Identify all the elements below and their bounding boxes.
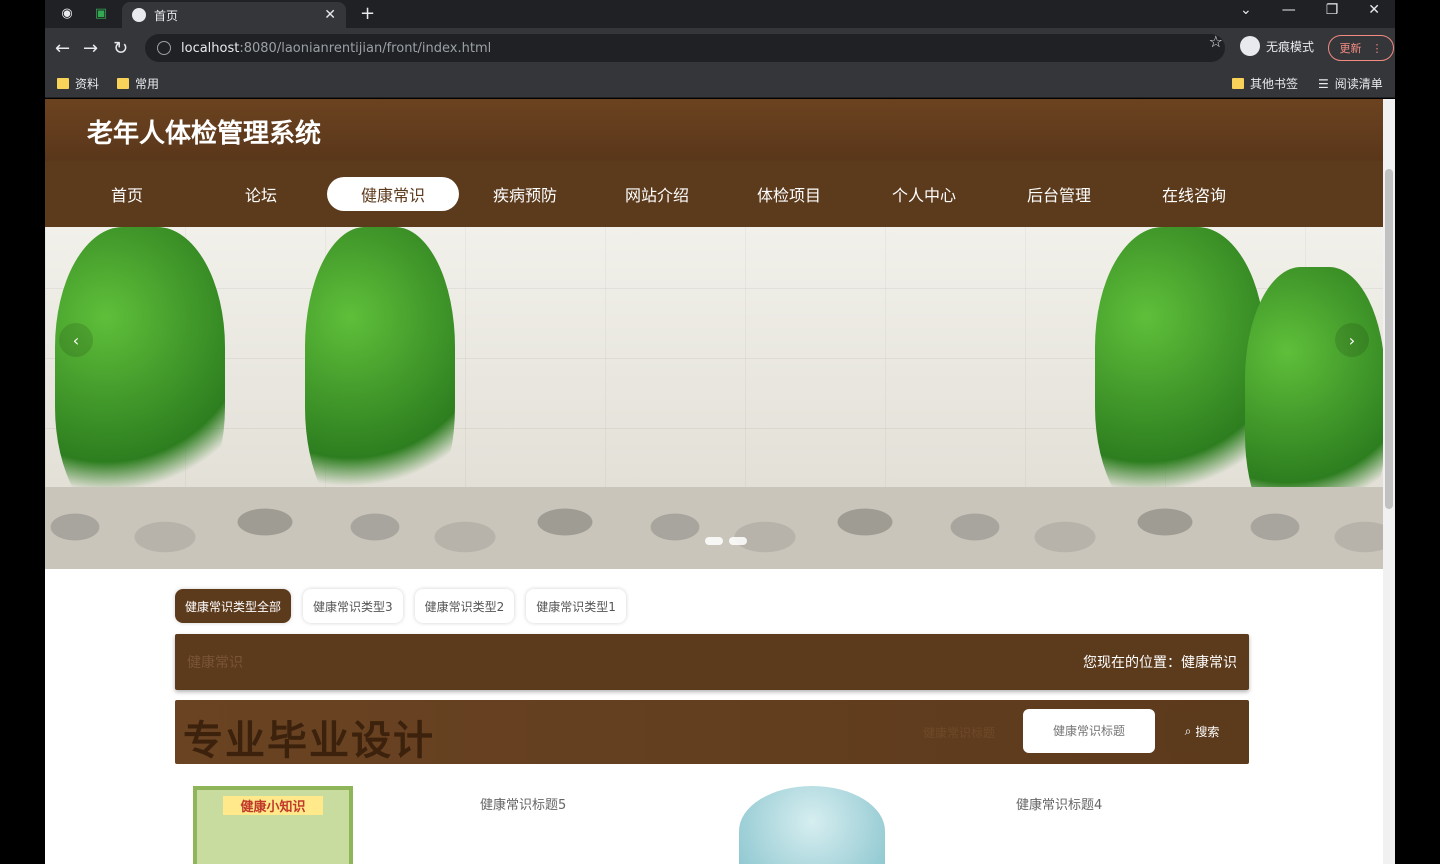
- bookmark-folder[interactable]: 资料: [57, 75, 99, 92]
- tab-search-icon[interactable]: ⌄: [1240, 2, 1252, 18]
- carousel-dot[interactable]: [705, 537, 723, 545]
- location-bar: 健康常识 您现在的位置：健康常识: [175, 634, 1249, 690]
- site-header: 老年人体检管理系统: [45, 99, 1383, 161]
- nav-item-disease-prevention[interactable]: 疾病预防: [459, 177, 591, 211]
- carousel-dots: [705, 537, 747, 545]
- section-label: 健康常识: [187, 655, 243, 671]
- bookmark-label: 阅读清单: [1334, 77, 1383, 91]
- nav-item-checkup-items[interactable]: 体检项目: [723, 177, 855, 211]
- url-field[interactable]: localhost :8080/laonianrentijian/front/i…: [145, 34, 1225, 62]
- category-filters: 健康常识类型全部 健康常识类型3 健康常识类型2 健康常识类型1: [175, 589, 626, 623]
- window-controls: ⌄ — ❐ ✕: [1240, 2, 1380, 18]
- search-label: 健康常识标题: [923, 726, 996, 740]
- tab-title: 首页: [154, 8, 179, 23]
- nav-item-personal-center[interactable]: 个人中心: [858, 177, 990, 211]
- address-toolbar: ← → ↻ localhost :8080/laonianrentijian/f…: [45, 28, 1395, 68]
- incognito-label: 无痕模式: [1266, 39, 1315, 54]
- nav-item-health-knowledge[interactable]: 健康常识: [327, 177, 459, 211]
- incognito-indicator[interactable]: 无痕模式: [1240, 36, 1314, 56]
- filter-type-3[interactable]: 健康常识类型3: [303, 589, 403, 623]
- search-icon: ⌕: [1184, 723, 1192, 738]
- active-browser-tab[interactable]: 首页 ✕: [122, 2, 346, 28]
- reload-icon[interactable]: ↻: [113, 38, 128, 59]
- nav-item-forum[interactable]: 论坛: [195, 177, 327, 211]
- update-button[interactable]: 更新 ⋮: [1328, 35, 1394, 61]
- ivy-decoration: [305, 227, 455, 527]
- ivy-decoration: [55, 227, 225, 527]
- minimize-icon[interactable]: —: [1282, 2, 1296, 18]
- site-info-icon[interactable]: [157, 41, 171, 55]
- back-icon[interactable]: ←: [55, 38, 70, 59]
- card-title[interactable]: 健康常识标题4: [1016, 794, 1102, 813]
- carousel-banner: ‹ ›: [45, 227, 1383, 569]
- close-tab-icon[interactable]: ✕: [324, 7, 336, 23]
- card-title[interactable]: 健康常识标题5: [480, 794, 566, 813]
- bookmark-label: 资料: [75, 77, 100, 91]
- nav-item-site-intro[interactable]: 网站介绍: [591, 177, 723, 211]
- card-image-caption: 健康小知识: [223, 796, 323, 815]
- search-input[interactable]: [1023, 709, 1155, 753]
- app-tab-icon[interactable]: ▣: [92, 4, 110, 22]
- nav-item-consult[interactable]: 在线咨询: [1128, 177, 1260, 211]
- reading-list[interactable]: ☰ 阅读清单: [1318, 75, 1383, 92]
- scrollbar-thumb[interactable]: [1385, 169, 1393, 509]
- page-scrollbar[interactable]: [1383, 99, 1395, 864]
- bookmark-label: 其他书签: [1250, 77, 1299, 91]
- url-host: localhost: [181, 40, 240, 56]
- main-nav: 首页 论坛 健康常识 疾病预防 网站介绍 体检项目 个人中心 后台管理 在线咨询: [45, 161, 1383, 227]
- carousel-prev-icon[interactable]: ‹: [59, 323, 93, 357]
- nav-item-home[interactable]: 首页: [61, 177, 193, 211]
- new-tab-icon[interactable]: +: [360, 3, 375, 24]
- filter-type-1[interactable]: 健康常识类型1: [526, 589, 626, 623]
- ivy-decoration: [1095, 227, 1265, 527]
- page-viewport: 老年人体检管理系统 首页 论坛 健康常识 疾病预防 网站介绍 体检项目 个人中心…: [45, 99, 1383, 864]
- filter-type-2[interactable]: 健康常识类型2: [414, 589, 515, 623]
- restore-icon[interactable]: ❐: [1326, 2, 1339, 18]
- carousel-next-icon[interactable]: ›: [1335, 323, 1369, 357]
- carousel-dot[interactable]: [729, 537, 747, 545]
- incognito-icon: [1240, 36, 1260, 56]
- folder-icon: [57, 78, 69, 89]
- breadcrumb: 您现在的位置：健康常识: [1083, 655, 1237, 671]
- watermark-text: 专业毕业设计: [183, 718, 435, 764]
- other-bookmarks[interactable]: 其他书签: [1232, 75, 1298, 92]
- search-button[interactable]: ⌕ 搜索: [1165, 711, 1239, 751]
- reading-list-icon: ☰: [1318, 76, 1329, 91]
- folder-icon: [1232, 78, 1244, 89]
- nav-item-admin[interactable]: 后台管理: [993, 177, 1125, 211]
- url-path: :8080/laonianrentijian/front/index.html: [239, 40, 492, 56]
- bookmarks-bar: 资料 常用 其他书签 ☰ 阅读清单: [45, 68, 1395, 98]
- search-bar: 专业毕业设计 健康常识标题 ⌕ 搜索: [175, 700, 1249, 764]
- search-button-label: 搜索: [1195, 724, 1220, 739]
- card-image[interactable]: [739, 786, 885, 864]
- filter-all[interactable]: 健康常识类型全部: [175, 589, 292, 623]
- close-window-icon[interactable]: ✕: [1368, 2, 1380, 18]
- forward-icon[interactable]: →: [83, 38, 98, 59]
- knowledge-list: 健康小知识 健康常识标题5 健康常识标题4: [175, 774, 1249, 864]
- tab-strip-icons: ◉ ▣: [58, 4, 110, 22]
- bookmark-star-icon[interactable]: ☆: [1209, 32, 1223, 51]
- stone-base: [45, 487, 1383, 569]
- card-image[interactable]: 健康小知识: [193, 786, 353, 864]
- browser-globe-icon[interactable]: ◉: [58, 4, 76, 22]
- bookmark-folder[interactable]: 常用: [117, 75, 159, 92]
- folder-icon: [117, 78, 129, 89]
- update-label: 更新: [1339, 42, 1362, 55]
- kebab-menu-icon: ⋮: [1371, 41, 1383, 55]
- bookmark-label: 常用: [135, 77, 160, 91]
- site-title: 老年人体检管理系统: [87, 119, 322, 149]
- globe-icon: [132, 8, 146, 22]
